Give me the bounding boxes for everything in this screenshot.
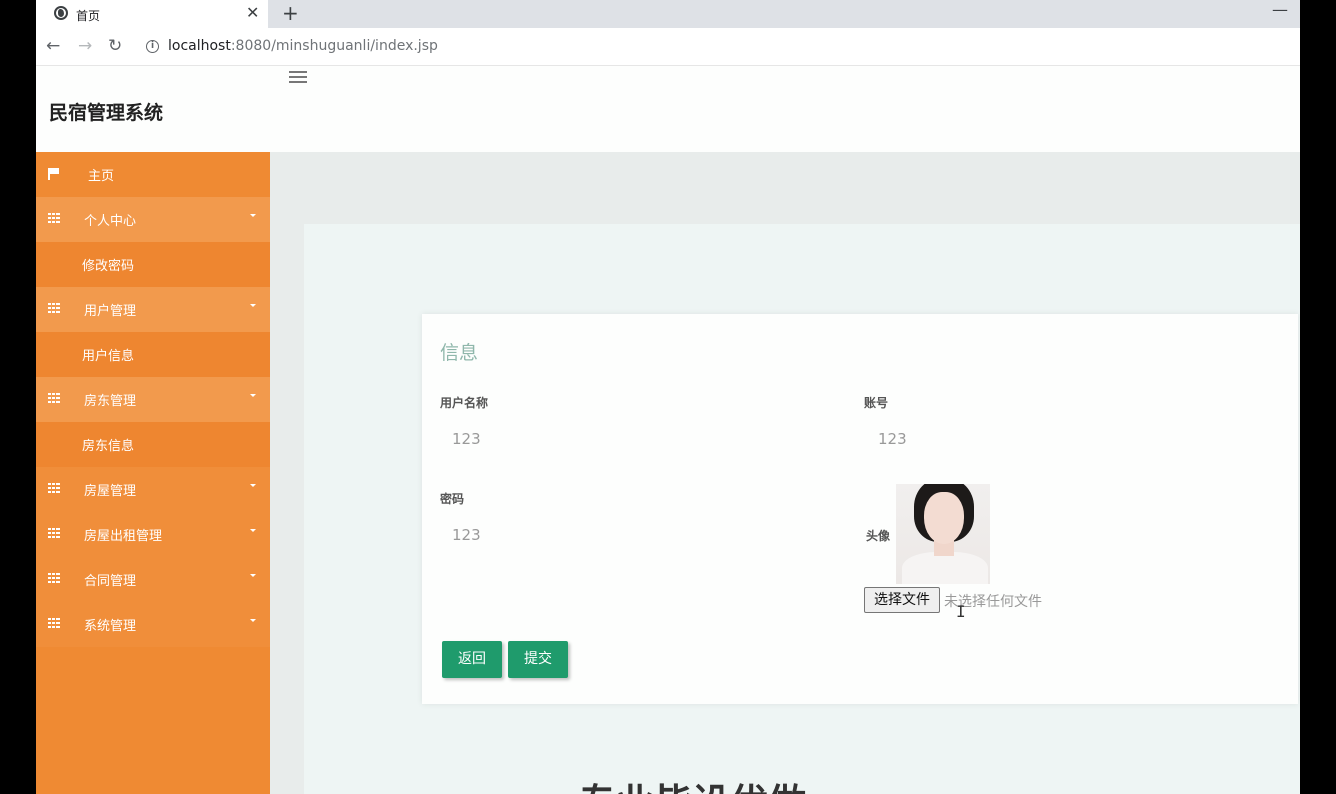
tab-strip: 首页 ✕ + — [36, 0, 1300, 28]
chevron-down-icon [250, 214, 256, 217]
grid-icon [48, 618, 60, 628]
grid-icon [48, 573, 60, 583]
url-path: :8080/minshuguanli/index.jsp [230, 38, 438, 54]
banner-text: 专业皆设优做 [578, 772, 806, 794]
account-label: 账号 [864, 396, 889, 410]
app-title: 民宿管理系统 [49, 102, 164, 124]
sidebar-item-label: 房东管理 [84, 394, 137, 409]
sidebar-item-personal-center[interactable]: 个人中心 [36, 197, 270, 242]
sidebar-item-label: 房屋管理 [84, 484, 137, 499]
sidebar-item-label: 主页 [88, 169, 115, 184]
address-bar: ← → ↻ i localhost:8080/minshuguanli/inde… [36, 28, 1300, 66]
browser-window: 首页 ✕ + — ← → ↻ i localhost:8080/minshugu… [36, 0, 1300, 794]
sidebar-item-system-management[interactable]: 系统管理 [36, 602, 270, 647]
sidebar-item-label: 房屋出租管理 [84, 529, 163, 544]
sidebar-item-label: 房东信息 [82, 439, 135, 454]
url-field[interactable]: localhost:8080/minshuguanli/index.jsp [168, 38, 438, 54]
info-icon[interactable]: i [146, 40, 159, 53]
form-title: 信息 [440, 342, 479, 364]
sidebar-item-contract-management[interactable]: 合同管理 [36, 557, 270, 602]
sidebar-item-label: 系统管理 [84, 619, 137, 634]
close-icon[interactable]: ✕ [246, 3, 259, 23]
avatar-label: 头像 [866, 529, 891, 543]
globe-icon [54, 6, 68, 20]
username-field[interactable]: 123 [452, 430, 481, 448]
grid-icon [48, 483, 60, 493]
text-cursor-icon: I [956, 602, 966, 621]
back-arrow-icon[interactable]: ← [46, 36, 60, 56]
chevron-down-icon [250, 394, 256, 397]
sidebar-item-label: 合同管理 [84, 574, 137, 589]
grid-icon [48, 393, 60, 403]
sidebar-item-rental-management[interactable]: 房屋出租管理 [36, 512, 270, 557]
sidebar: 主页 个人中心 修改密码 用户管理 用户信息 房东管理 房东信息 房屋管理 房屋… [36, 152, 270, 794]
flag-icon [48, 168, 60, 180]
back-button[interactable]: 返回 [442, 641, 502, 678]
sidebar-item-user-info[interactable]: 用户信息 [36, 332, 270, 377]
content-panel: 信息 用户名称 123 账号 123 密码 123 头像 选择文件 未选择任何文… [304, 224, 1300, 794]
password-label: 密码 [440, 492, 465, 506]
username-label: 用户名称 [440, 396, 489, 410]
avatar [896, 484, 990, 584]
sidebar-item-label: 用户信息 [82, 349, 135, 364]
sidebar-item-label: 用户管理 [84, 304, 137, 319]
grid-icon [48, 213, 60, 223]
chevron-down-icon [250, 574, 256, 577]
app-header: 民宿管理系统 [36, 66, 1300, 152]
submit-button[interactable]: 提交 [508, 641, 568, 678]
sidebar-item-landlord-info[interactable]: 房东信息 [36, 422, 270, 467]
sidebar-item-change-password[interactable]: 修改密码 [36, 242, 270, 287]
grid-icon [48, 303, 60, 313]
sidebar-item-user-management[interactable]: 用户管理 [36, 287, 270, 332]
url-host: localhost [168, 38, 231, 54]
chevron-down-icon [250, 304, 256, 307]
chevron-down-icon [250, 484, 256, 487]
choose-file-button[interactable]: 选择文件 [864, 587, 940, 613]
main-content: 信息 用户名称 123 账号 123 密码 123 头像 选择文件 未选择任何文… [270, 152, 1300, 794]
sidebar-item-house-management[interactable]: 房屋管理 [36, 467, 270, 512]
info-form-card: 信息 用户名称 123 账号 123 密码 123 头像 选择文件 未选择任何文… [422, 314, 1298, 704]
chevron-down-icon [250, 529, 256, 532]
sidebar-item-label: 修改密码 [82, 259, 135, 274]
reload-icon[interactable]: ↻ [108, 36, 122, 56]
sidebar-item-landlord-management[interactable]: 房东管理 [36, 377, 270, 422]
tab-title: 首页 [76, 9, 101, 23]
account-field[interactable]: 123 [878, 430, 907, 448]
grid-icon [48, 528, 60, 538]
chevron-down-icon [250, 619, 256, 622]
new-tab-button[interactable]: + [282, 1, 299, 25]
forward-arrow-icon[interactable]: → [78, 36, 92, 56]
hamburger-menu-icon[interactable] [289, 71, 307, 83]
minimize-icon[interactable]: — [1272, 0, 1288, 19]
sidebar-item-label: 个人中心 [84, 214, 137, 229]
browser-tab[interactable]: 首页 ✕ [36, 0, 268, 28]
sidebar-item-home[interactable]: 主页 [36, 152, 270, 197]
password-field[interactable]: 123 [452, 526, 481, 544]
